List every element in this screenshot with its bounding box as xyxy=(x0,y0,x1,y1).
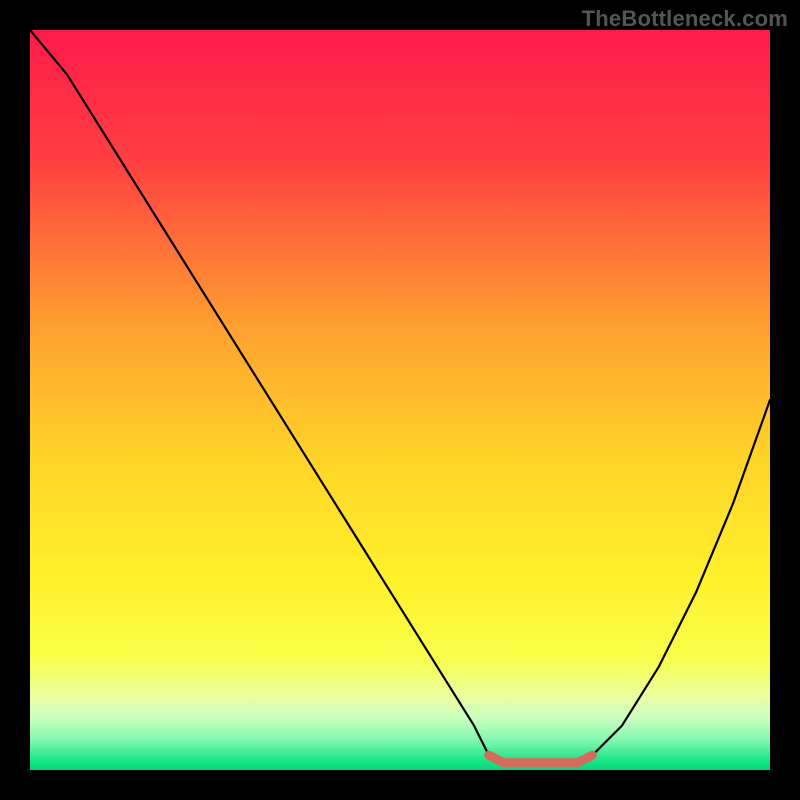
attribution-text: TheBottleneck.com xyxy=(582,6,788,32)
chart-plot xyxy=(30,30,770,770)
gradient-background xyxy=(30,30,770,770)
chart-container: TheBottleneck.com xyxy=(0,0,800,800)
